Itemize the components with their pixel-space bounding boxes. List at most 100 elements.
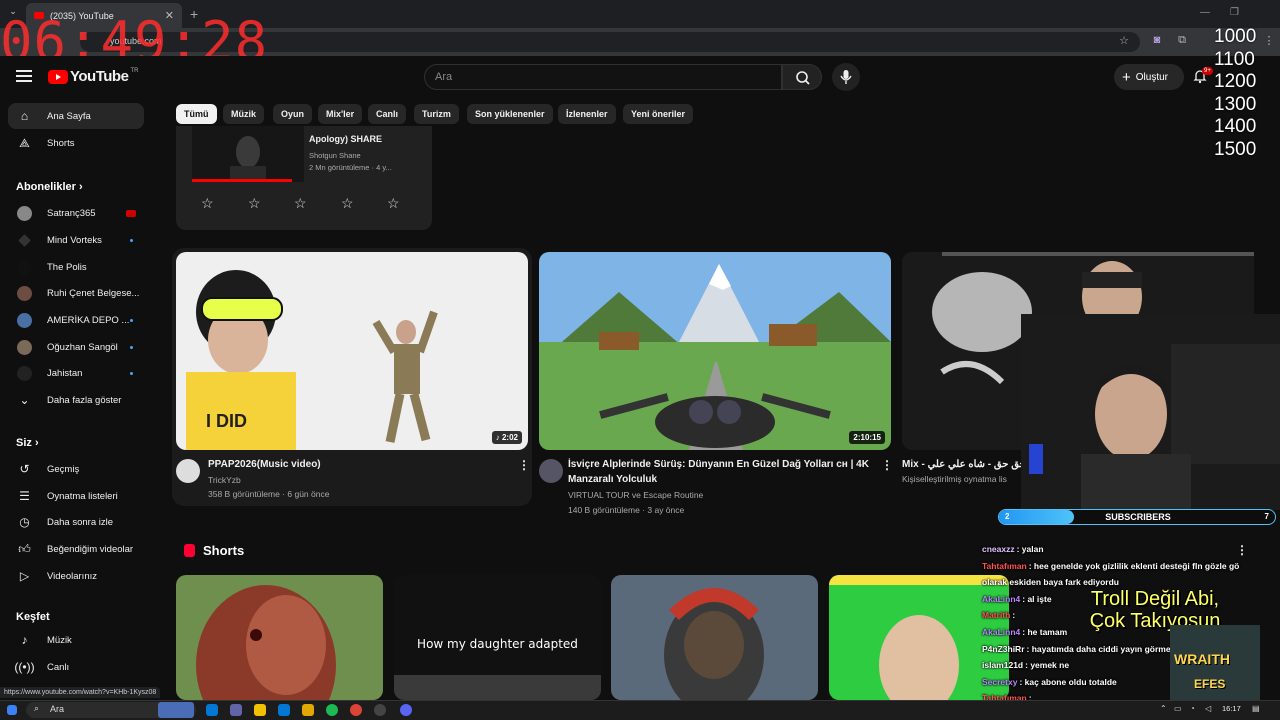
sidebar-sub-amerika-depo[interactable]: AMERİKA DEPO ... [8, 307, 144, 333]
sidebar-item-live[interactable]: ((•)) Canlı [8, 654, 144, 680]
network-icon[interactable]: ▭ [1174, 704, 1182, 713]
video-channel[interactable]: TrickYzb [208, 475, 241, 485]
video-title-line2[interactable]: Manzaralı Yolculuk [568, 473, 657, 487]
sidebar-item-liked[interactable]: 👍︎ Beğendiğim videolar [8, 536, 144, 562]
live-indicator-icon [126, 209, 136, 217]
chat-message: cneaxzz: yalan [982, 544, 1044, 554]
chip-new-to-you[interactable]: Yeni öneriler [623, 104, 694, 124]
search-icon [796, 71, 810, 85]
browser-menu-icon[interactable]: ⋮ [1262, 34, 1276, 48]
minimize-icon[interactable]: — [1200, 7, 1210, 18]
sidebar-sub-the-polis[interactable]: The Polis [8, 254, 144, 280]
sidebar-item-label: Müzik [47, 634, 72, 646]
tray-chevron-icon[interactable]: ⌃ [1160, 704, 1167, 713]
file-explorer-icon[interactable] [254, 704, 266, 716]
sidebar-sub-ruhi-cenet[interactable]: Ruhi Çenet Belgese... [8, 280, 144, 306]
sidebar-sub-oguzhan-sangol[interactable]: Oğuzhan Sangöl [8, 334, 144, 360]
sidebar-sub-satranc365[interactable]: Satranç365 [8, 200, 144, 226]
sidebar-item-music[interactable]: ♪ Müzik [8, 627, 144, 653]
short-thumbnail[interactable] [611, 575, 818, 700]
alert-line: Troll Değil Abi, [1090, 588, 1220, 610]
survey-thumbnail[interactable] [192, 126, 304, 182]
obs-icon[interactable] [374, 704, 386, 716]
video-thumbnail-image: I DID [176, 252, 528, 450]
extension-icon[interactable]: ◙ [1150, 34, 1164, 48]
taskbar-clock[interactable]: 16:17 [1222, 704, 1241, 713]
notification-center-icon[interactable]: ▤ [1252, 704, 1260, 713]
sidebar-item-home[interactable]: ⌂ Ana Sayfa [8, 103, 144, 129]
sidebar-item-shorts[interactable]: ⟁ Shorts [8, 130, 144, 156]
rating-star-icon[interactable]: ☆ [294, 196, 308, 210]
avatar [17, 312, 32, 328]
start-icon[interactable] [7, 705, 17, 715]
chrome-icon[interactable] [350, 704, 362, 716]
wifi-icon[interactable]: ◔ [1190, 704, 1195, 713]
survey-video-title[interactable]: Apology) SHARE [309, 134, 382, 144]
svg-text:I DID: I DID [206, 411, 247, 431]
overlay-number: 1200 [1214, 71, 1257, 93]
avatar [17, 339, 32, 355]
sidebar-item-history[interactable]: ↺ Geçmiş [8, 456, 144, 482]
chip-all[interactable]: Tümü [176, 104, 217, 124]
sidebar-show-more[interactable]: ⌄ Daha fazla göster [8, 387, 144, 413]
create-button[interactable]: + Oluştur [1114, 64, 1184, 90]
chip-tourism[interactable]: Turizm [414, 104, 459, 124]
volume-icon[interactable]: ◁ [1205, 704, 1211, 713]
chip-music[interactable]: Müzik [223, 104, 265, 124]
channel-avatar[interactable] [176, 459, 200, 483]
folder-icon[interactable] [302, 704, 314, 716]
taskbar-search-text: Ara [50, 704, 65, 714]
more-options-icon[interactable]: ⋮ [518, 458, 530, 472]
explore-heading: Keşfet [16, 611, 50, 623]
subscriptions-heading[interactable]: Abonelikler › [16, 181, 83, 193]
discord-icon[interactable] [400, 704, 412, 716]
video-thumbnail[interactable]: 2:10:15 [539, 252, 891, 450]
streamer-webcam [1021, 314, 1280, 510]
chip-recently-uploaded[interactable]: Son yüklenenler [467, 104, 553, 124]
sidebar-sub-mind-vorteks[interactable]: Mind Vorteks [8, 227, 144, 253]
short-thumbnail[interactable]: How my daughter adapted [394, 575, 601, 700]
chip-mixes[interactable]: Mix'ler [318, 104, 363, 124]
short-thumbnail[interactable] [176, 575, 383, 700]
extensions-puzzle-icon[interactable]: ⧉ [1175, 34, 1189, 48]
sidebar-item-watch-later[interactable]: ◷ Daha sonra izle [8, 509, 144, 535]
subscriber-goal-bar: SUBSCRIBERS 2 7 [998, 509, 1276, 525]
rating-star-icon[interactable]: ☆ [387, 196, 401, 210]
chip-watched[interactable]: İzlenenler [558, 104, 616, 124]
rating-star-icon[interactable]: ☆ [201, 196, 215, 210]
sidebar-item-playlists[interactable]: ☰ Oynatma listeleri [8, 483, 144, 509]
menu-icon[interactable] [16, 70, 32, 82]
survey-video-meta: 2 Mn görüntüleme · 4 y... [309, 163, 392, 172]
plus-icon: + [1122, 68, 1131, 86]
video-title[interactable]: İsviçre Alplerinde Sürüş: Dünyanın En Gü… [568, 458, 869, 472]
maximize-icon[interactable]: ❐ [1230, 7, 1239, 18]
spotify-icon[interactable] [326, 704, 338, 716]
video-thumbnail[interactable]: I DID ♪ 2:02 [176, 252, 528, 450]
create-label: Oluştur [1135, 71, 1168, 83]
sidebar-item-label: AMERİKA DEPO ... [47, 314, 130, 326]
bookmark-star-icon[interactable]: ☆ [1117, 34, 1131, 48]
you-heading[interactable]: Siz › [16, 437, 39, 449]
channel-avatar[interactable] [539, 459, 563, 483]
sidebar-sub-jahistan[interactable]: Jahistan [8, 360, 144, 386]
short-thumbnail-image [176, 575, 383, 700]
chip-gaming[interactable]: Oyun [273, 104, 313, 124]
youtube-logo[interactable]: YouTube TR [48, 68, 138, 85]
app-icon[interactable] [230, 704, 242, 716]
voice-search-button[interactable] [832, 63, 860, 91]
video-channel[interactable]: VIRTUAL TOUR ve Escape Routine [568, 490, 703, 500]
rating-star-icon[interactable]: ☆ [341, 196, 355, 210]
sidebar-item-label: Ruhi Çenet Belgese... [47, 287, 140, 299]
outlook-icon[interactable] [278, 704, 290, 716]
more-options-icon[interactable]: ⋮ [881, 458, 893, 472]
search-input[interactable]: Ara [424, 64, 782, 90]
video-title[interactable]: Mix - ون حق حق - شاه علي علي [902, 458, 1041, 472]
sidebar-item-your-videos[interactable]: ▷ Videolarınız [8, 563, 144, 589]
search-button[interactable] [782, 64, 822, 90]
subscriber-goal: 7 [1264, 512, 1269, 521]
chip-live[interactable]: Canlı [368, 104, 407, 124]
video-title[interactable]: PPAP2026(Music video) [208, 458, 321, 472]
rating-star-icon[interactable]: ☆ [248, 196, 262, 210]
edge-icon[interactable] [206, 704, 218, 716]
sidebar-item-label: Satranç365 [47, 207, 96, 219]
